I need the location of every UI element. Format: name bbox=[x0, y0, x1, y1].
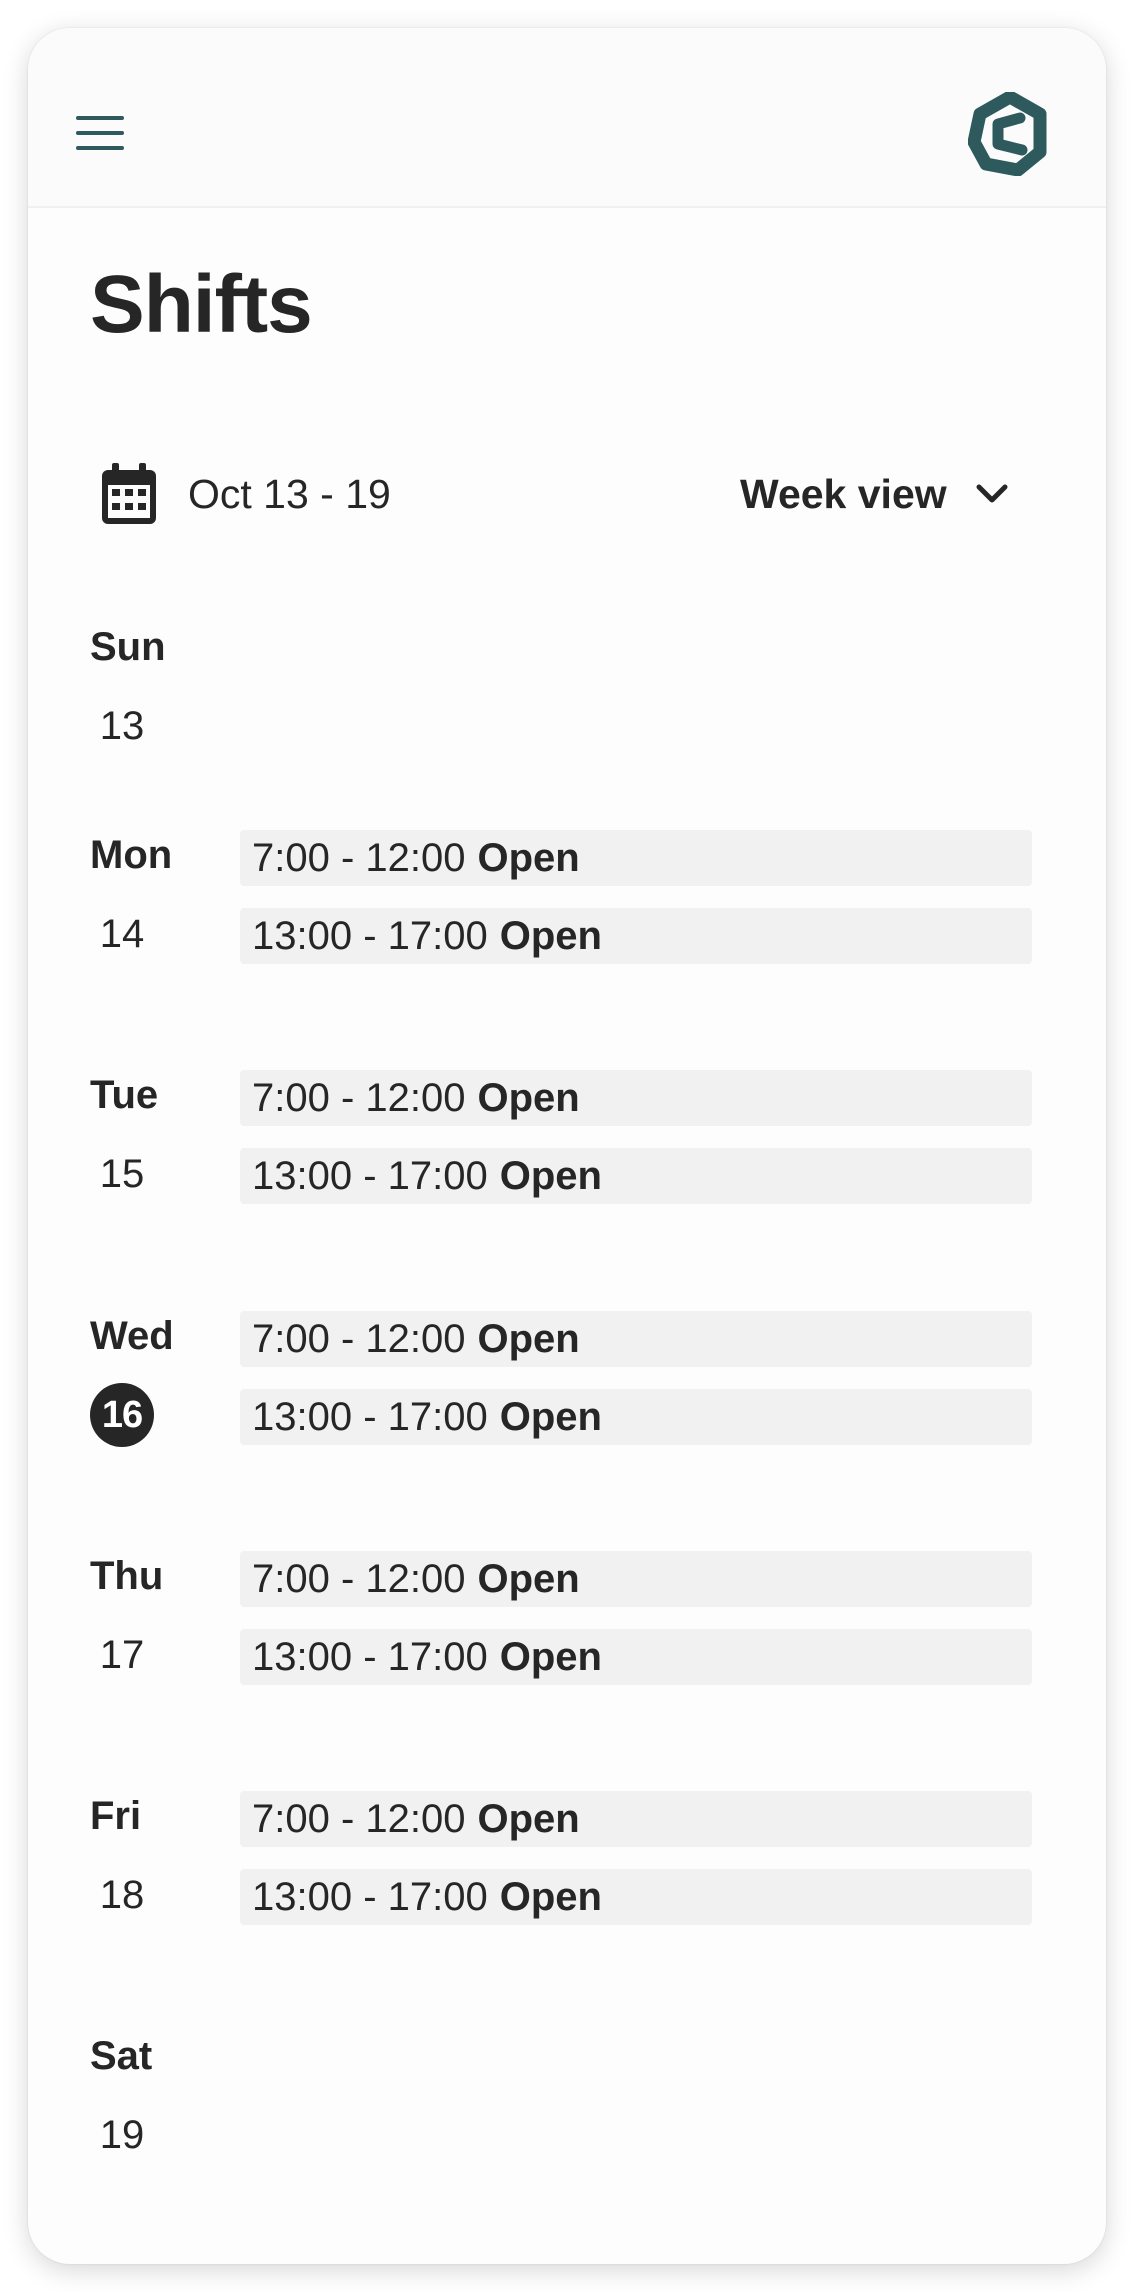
page-title: Shifts bbox=[90, 259, 313, 350]
today-date-badge[interactable]: 16 bbox=[90, 1383, 154, 1447]
day-row-tue: Tue 15 7:00 - 12:00 Open 13:00 - 17:00 O… bbox=[90, 1070, 1070, 1250]
day-name: Tue bbox=[90, 1073, 159, 1117]
shift-status: Open bbox=[499, 1634, 602, 1679]
day-name: Fri bbox=[90, 1794, 142, 1838]
date-range-picker[interactable]: Oct 13 - 19 bbox=[100, 454, 391, 534]
shift-status: Open bbox=[477, 1556, 580, 1601]
day-row-wed: Wed 16 7:00 - 12:00 Open 13:00 - 17:00 O… bbox=[90, 1311, 1070, 1491]
shift-status: Open bbox=[477, 835, 580, 880]
day-name: Sat bbox=[90, 2034, 153, 2078]
shift-status: Open bbox=[499, 913, 602, 958]
shift-item[interactable]: 7:00 - 12:00 Open bbox=[240, 1070, 1032, 1126]
shift-item[interactable]: 13:00 - 17:00 Open bbox=[240, 1389, 1032, 1445]
shift-time: 13:00 - 17:00 bbox=[252, 1874, 488, 1919]
day-name: Mon bbox=[90, 833, 173, 877]
day-date[interactable]: 18 bbox=[90, 1863, 154, 1927]
shift-time: 7:00 - 12:00 bbox=[252, 1556, 466, 1601]
day-row-fri: Fri 18 7:00 - 12:00 Open 13:00 - 17:00 O… bbox=[90, 1791, 1070, 1971]
shift-status: Open bbox=[477, 1316, 580, 1361]
shift-time: 7:00 - 12:00 bbox=[252, 835, 466, 880]
shift-item[interactable]: 7:00 - 12:00 Open bbox=[240, 830, 1032, 886]
shift-time: 13:00 - 17:00 bbox=[252, 913, 488, 958]
day-date[interactable]: 15 bbox=[90, 1142, 154, 1206]
day-date[interactable]: 13 bbox=[90, 694, 154, 758]
day-date[interactable]: 14 bbox=[90, 902, 154, 966]
shift-item[interactable]: 7:00 - 12:00 Open bbox=[240, 1791, 1032, 1847]
shift-time: 13:00 - 17:00 bbox=[252, 1153, 488, 1198]
shift-item[interactable]: 13:00 - 17:00 Open bbox=[240, 1629, 1032, 1685]
day-row-thu: Thu 17 7:00 - 12:00 Open 13:00 - 17:00 O… bbox=[90, 1551, 1070, 1731]
date-range-label: Oct 13 - 19 bbox=[188, 470, 391, 517]
shift-item[interactable]: 13:00 - 17:00 Open bbox=[240, 1869, 1032, 1925]
hamburger-menu-icon[interactable] bbox=[74, 116, 128, 156]
shift-item[interactable]: 7:00 - 12:00 Open bbox=[240, 1551, 1032, 1607]
day-name: Wed bbox=[90, 1314, 174, 1358]
shift-status: Open bbox=[477, 1796, 580, 1841]
chevron-down-icon bbox=[976, 484, 1008, 503]
day-name: Thu bbox=[90, 1554, 164, 1598]
app-card: Shifts Oct 13 - 19 Week view Sun 13 Mon … bbox=[28, 28, 1106, 2264]
shift-status: Open bbox=[499, 1874, 602, 1919]
view-selector[interactable]: Week view bbox=[740, 454, 1009, 534]
shift-item[interactable]: 13:00 - 17:00 Open bbox=[240, 1148, 1032, 1204]
shift-status: Open bbox=[477, 1075, 580, 1120]
shift-time: 7:00 - 12:00 bbox=[252, 1316, 466, 1361]
shift-time: 7:00 - 12:00 bbox=[252, 1075, 466, 1120]
app-logo-icon[interactable] bbox=[968, 92, 1052, 176]
view-selector-label: Week view bbox=[740, 470, 947, 517]
shift-time: 13:00 - 17:00 bbox=[252, 1394, 488, 1439]
shift-status: Open bbox=[499, 1394, 602, 1439]
shift-item[interactable]: 7:00 - 12:00 Open bbox=[240, 1311, 1032, 1367]
day-row-mon: Mon 14 7:00 - 12:00 Open 13:00 - 17:00 O… bbox=[90, 830, 1070, 1010]
top-bar bbox=[28, 28, 1106, 208]
calendar-icon bbox=[102, 463, 156, 524]
day-name: Sun bbox=[90, 625, 166, 669]
shift-status: Open bbox=[499, 1153, 602, 1198]
shift-time: 13:00 - 17:00 bbox=[252, 1634, 488, 1679]
shift-time: 7:00 - 12:00 bbox=[252, 1796, 466, 1841]
shift-item[interactable]: 13:00 - 17:00 Open bbox=[240, 908, 1032, 964]
day-row-sat: Sat 19 bbox=[90, 2031, 1070, 2211]
day-row-sun: Sun 13 bbox=[90, 622, 1070, 802]
day-date[interactable]: 19 bbox=[90, 2103, 154, 2167]
day-date[interactable]: 17 bbox=[90, 1623, 154, 1687]
